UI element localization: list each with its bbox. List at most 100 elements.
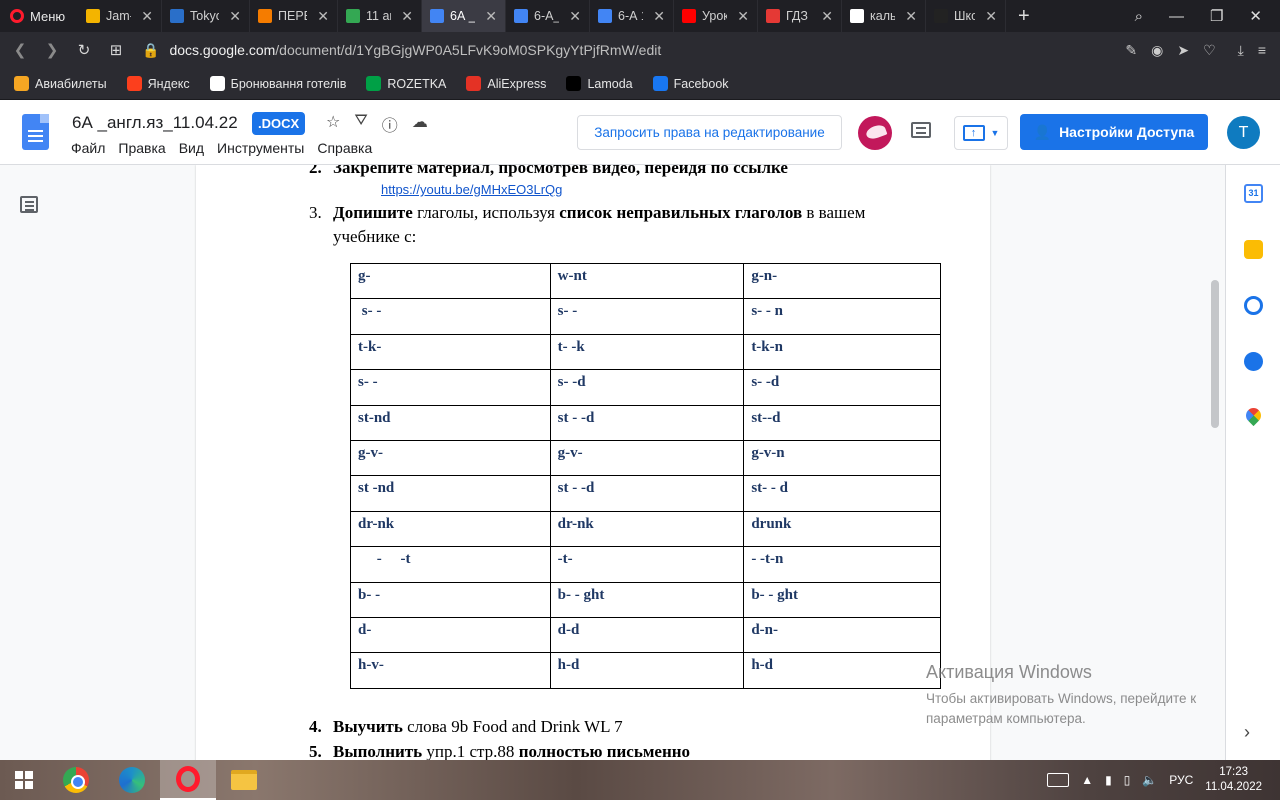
tab-close-icon[interactable]: ✕ [569, 8, 581, 25]
table-cell[interactable]: s- - n [743, 298, 941, 335]
table-cell[interactable]: st - -d [549, 404, 745, 441]
tasks-icon[interactable] [1244, 296, 1263, 315]
browser-tab[interactable]: ГДЗ уп ✕ [758, 0, 842, 32]
table-cell[interactable]: s- -d [743, 369, 941, 406]
table-cell[interactable]: h-d [549, 652, 745, 689]
docs-menu-item[interactable]: Справка [317, 140, 372, 156]
move-to-drive-icon[interactable]: ⛛ [354, 112, 367, 136]
clock[interactable]: 17:23 11.04.2022 [1205, 765, 1262, 795]
tab-close-icon[interactable]: ✕ [401, 8, 413, 25]
bookmark-item[interactable]: AliExpress [466, 76, 546, 91]
back-button[interactable]: ❮ [4, 41, 36, 59]
docs-menu-item[interactable]: Вид [179, 140, 204, 156]
browser-tab[interactable]: 6-А 11 ✕ [590, 0, 674, 32]
table-cell[interactable]: st--d [743, 404, 941, 441]
table-cell[interactable]: d-n- [743, 616, 941, 654]
table-cell[interactable]: dr-nk [549, 510, 745, 548]
table-cell[interactable]: g-v- [549, 439, 745, 477]
vertical-scrollbar[interactable] [1211, 280, 1219, 428]
contacts-icon[interactable] [1244, 352, 1263, 371]
taskbar-opera[interactable] [160, 760, 216, 800]
browser-tab[interactable]: Школь ✕ [926, 0, 1006, 32]
present-button[interactable]: ↑ ▼ [954, 116, 1008, 150]
taskbar-edge[interactable] [104, 760, 160, 800]
url-field[interactable]: 🔒 docs.google.com/document/d/1YgBGjgWP0A… [142, 42, 661, 59]
start-button[interactable] [0, 760, 48, 800]
share-button[interactable]: 👤 Настройки Доступа [1020, 114, 1208, 150]
table-cell[interactable]: h-v- [350, 652, 551, 689]
browser-tab[interactable]: 11 апреля ✕ [338, 0, 422, 32]
table-cell[interactable]: t- -k [549, 333, 745, 371]
tab-grid-icon[interactable]: ⊞ [100, 41, 132, 59]
comments-icon[interactable] [911, 122, 931, 138]
browser-tab[interactable]: Урок И ✕ [674, 0, 758, 32]
bookmark-item[interactable]: Lamoda [566, 76, 633, 91]
user-avatar[interactable]: T [1227, 116, 1260, 149]
taskbar-chrome[interactable] [48, 760, 104, 800]
document-page[interactable]: 2. Закрепите материал, просмотрев видео,… [196, 165, 990, 761]
send-icon[interactable]: ➤ [1177, 42, 1189, 59]
camera-icon[interactable]: ◉ [1151, 42, 1163, 59]
table-cell[interactable]: g- [350, 262, 551, 300]
chevron-up-icon[interactable]: ▲ [1081, 773, 1093, 787]
bookmark-item[interactable]: Авиабилеты [14, 76, 107, 91]
tab-close-icon[interactable]: ✕ [985, 8, 997, 25]
star-icon[interactable]: ☆ [326, 112, 340, 136]
search-tabs-icon[interactable]: ⌕ [1135, 8, 1143, 25]
table-cell[interactable]: s- - [350, 298, 551, 335]
browser-tab[interactable]: 6-А_ Георг ✕ [506, 0, 590, 32]
info-icon[interactable]: ⓘ [382, 112, 398, 136]
table-cell[interactable]: drunk [743, 510, 941, 548]
cloud-status-icon[interactable]: ☁ [412, 112, 428, 136]
table-cell[interactable]: h-d [743, 652, 941, 689]
docs-logo-icon[interactable] [22, 114, 49, 150]
table-cell[interactable]: - -t [350, 546, 551, 583]
table-cell[interactable]: t-k- [350, 333, 551, 371]
network-icon[interactable]: ▮ [1105, 773, 1112, 787]
docs-menu-item[interactable]: Правка [118, 140, 165, 156]
volume-icon[interactable]: 🔈 [1142, 773, 1157, 787]
taskbar-explorer[interactable] [216, 760, 272, 800]
calendar-icon[interactable]: 31 [1244, 184, 1263, 203]
table-cell[interactable]: t-k-n [743, 333, 941, 371]
language-indicator[interactable]: РУС [1169, 773, 1193, 787]
docs-menu-item[interactable]: Инструменты [217, 140, 304, 156]
new-tab-button[interactable]: + [1006, 5, 1042, 28]
touch-keyboard-icon[interactable] [1047, 773, 1070, 787]
keep-icon[interactable] [1244, 240, 1263, 259]
bookmark-item[interactable]: Facebook [652, 76, 729, 91]
browser-tab[interactable]: ПЕРВАЯ: Д ✕ [250, 0, 338, 32]
tab-close-icon[interactable]: ✕ [821, 8, 833, 25]
tab-close-icon[interactable]: ✕ [485, 8, 497, 25]
browser-tab[interactable]: кальку ✕ [842, 0, 926, 32]
expand-panel-chevron-icon[interactable]: › [1244, 722, 1250, 743]
collaborator-avatar[interactable] [858, 116, 892, 150]
settings-icon[interactable]: ≡ [1258, 42, 1266, 59]
tab-close-icon[interactable]: ✕ [317, 8, 329, 25]
table-cell[interactable]: s- - [549, 298, 745, 335]
bookmark-item[interactable]: Бронювання готелів [209, 76, 346, 91]
table-cell[interactable]: -t- [549, 546, 745, 583]
browser-tab[interactable]: Jam-файл ✕ [78, 0, 162, 32]
table-cell[interactable]: st - -d [549, 475, 745, 512]
docs-menu-item[interactable]: Файл [71, 140, 105, 156]
heart-icon[interactable]: ♡ [1203, 42, 1216, 59]
tab-close-icon[interactable]: ✕ [141, 8, 153, 25]
reload-button[interactable]: ↻ [68, 41, 100, 59]
forward-button[interactable]: ❯ [36, 41, 68, 59]
maps-icon[interactable] [1242, 404, 1265, 427]
table-cell[interactable]: st-nd [350, 404, 551, 441]
bookmark-item[interactable]: ROZETKA [366, 76, 446, 91]
tab-close-icon[interactable]: ✕ [229, 8, 241, 25]
document-title[interactable]: 6А _англ.яз_11.04.22 [72, 113, 238, 133]
battery-icon[interactable]: ▯ [1124, 773, 1131, 787]
table-cell[interactable]: s- -d [549, 369, 745, 406]
video-link[interactable]: https://youtu.be/gMHxEO3LrQg [381, 182, 562, 197]
request-edit-button[interactable]: Запросить права на редактирование [577, 115, 842, 150]
tab-close-icon[interactable]: ✕ [737, 8, 749, 25]
table-cell[interactable]: g-v-n [743, 439, 941, 477]
table-cell[interactable]: b- - [350, 581, 551, 618]
table-cell[interactable]: s- - [350, 369, 551, 406]
table-cell[interactable]: d- [350, 616, 551, 654]
table-cell[interactable]: w-nt [549, 262, 745, 300]
